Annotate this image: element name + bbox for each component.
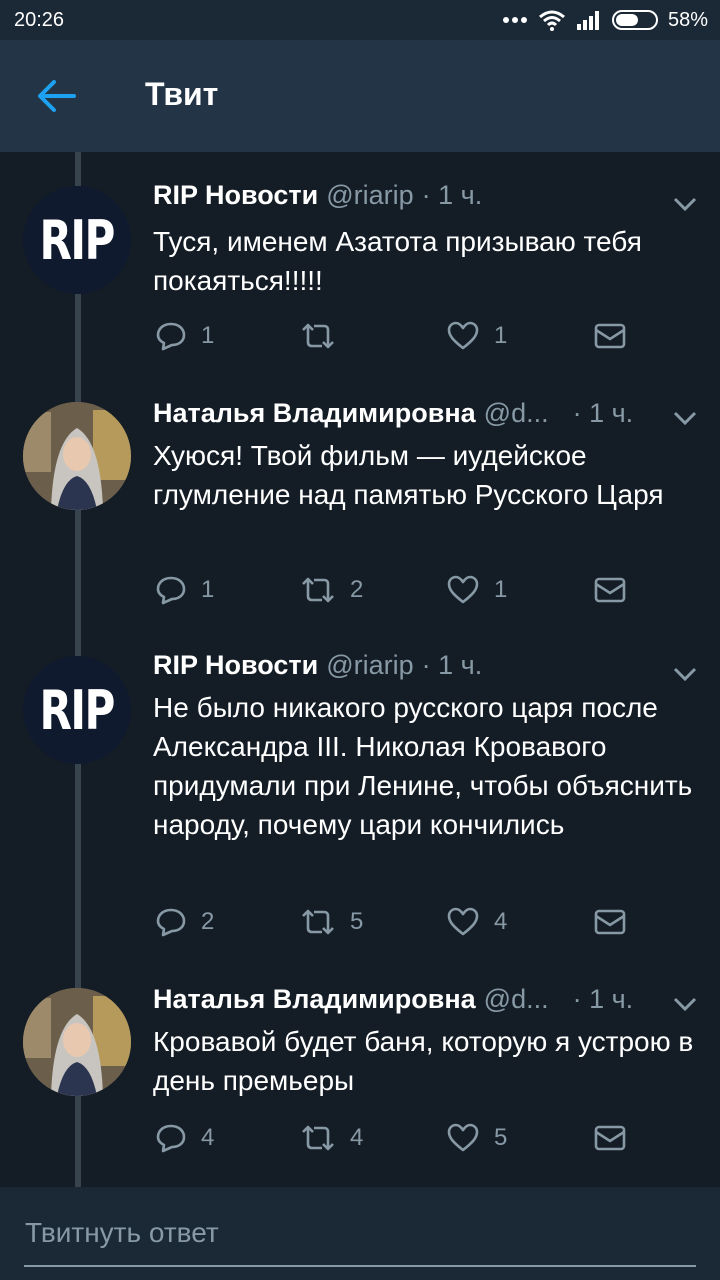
chevron-down-icon[interactable] xyxy=(672,196,698,212)
avatar[interactable] xyxy=(23,402,131,510)
tweet-header: Наталья Владимировна @d... · 1 ч. xyxy=(153,984,653,1020)
retweet-count: 2 xyxy=(350,576,364,603)
author-name[interactable]: RIP Новости xyxy=(153,650,318,681)
author-handle: @riarip xyxy=(326,650,414,680)
retweet-icon xyxy=(302,1125,334,1151)
retweet-icon xyxy=(302,323,334,349)
envelope-icon xyxy=(594,909,626,935)
app-header: Твит xyxy=(0,40,720,152)
reply-input-underline xyxy=(24,1265,696,1267)
tweet-header: RIP Новости @riarip · 1 ч. xyxy=(153,180,653,216)
reply-icon xyxy=(156,1124,186,1153)
back-arrow-icon xyxy=(38,80,76,112)
retweet-count: 5 xyxy=(350,908,364,935)
like-count: 5 xyxy=(494,1124,508,1151)
author-handle: @d... xyxy=(483,984,549,1014)
tweet[interactable]: Наталья Владимировна @d... · 1 ч. Хуюся!… xyxy=(0,398,720,638)
like-count: 4 xyxy=(494,908,508,935)
envelope-icon xyxy=(594,577,626,603)
heart-icon xyxy=(447,575,479,604)
retweet-button[interactable] xyxy=(300,316,350,356)
status-time: 20:26 xyxy=(14,8,65,31)
tweet-actions: 1 1 xyxy=(0,316,720,356)
avatar[interactable]: RIP xyxy=(23,186,131,294)
reply-count: 2 xyxy=(201,908,215,935)
tweet[interactable]: RIP RIP Новости @riarip · 1 ч. Туся, име… xyxy=(0,180,720,380)
chevron-down-icon[interactable] xyxy=(672,410,698,426)
retweet-button[interactable]: 4 xyxy=(300,1118,363,1158)
reply-button[interactable]: 1 xyxy=(155,316,214,356)
reply-count: 1 xyxy=(201,322,215,349)
author-handle: @d... xyxy=(483,398,549,428)
tweet-text: Хуюся! Твой фильм — иудейское глумление … xyxy=(153,440,664,510)
author-name[interactable]: Наталья Владимировна xyxy=(153,398,476,429)
avatar-logo-text: RIP xyxy=(39,678,116,742)
like-count: 1 xyxy=(494,576,508,603)
battery-icon xyxy=(611,10,658,30)
tweet[interactable]: Наталья Владимировна @d... · 1 ч. Кровав… xyxy=(0,984,720,1184)
tweet-actions: 1 2 1 xyxy=(0,570,720,610)
like-button[interactable]: 1 xyxy=(446,316,507,356)
reply-button[interactable]: 2 xyxy=(155,902,214,942)
reply-count: 1 xyxy=(201,576,215,603)
battery-level xyxy=(615,14,638,26)
message-button[interactable] xyxy=(594,902,626,942)
author-handle: @riarip xyxy=(326,180,414,210)
back-button[interactable] xyxy=(36,78,76,114)
heart-icon xyxy=(447,907,479,936)
tweet-text: Кровавой будет баня, которую я устрою в … xyxy=(153,1026,694,1096)
retweet-count: 4 xyxy=(350,1124,364,1151)
reply-button[interactable]: 1 xyxy=(155,570,214,610)
tweet-time: · 1 ч. xyxy=(421,650,483,680)
page-title: Твит xyxy=(145,76,219,112)
tweet-actions: 4 4 5 xyxy=(0,1118,720,1158)
tweet-actions: 2 5 4 xyxy=(0,902,720,942)
like-button[interactable]: 5 xyxy=(446,1118,507,1158)
user-photo-icon xyxy=(23,402,131,510)
message-button[interactable] xyxy=(594,570,626,610)
tweet-text: Не было никакого русского царя после Але… xyxy=(153,692,693,840)
wifi-icon xyxy=(539,10,565,31)
tweet-header: RIP Новости @riarip · 1 ч. xyxy=(153,650,653,686)
reply-icon xyxy=(156,576,186,605)
like-count: 1 xyxy=(494,322,508,349)
heart-icon xyxy=(447,321,479,350)
author-name[interactable]: RIP Новости xyxy=(153,180,318,211)
user-photo-icon xyxy=(23,988,131,1096)
tweet[interactable]: RIP RIP Новости @riarip · 1 ч. Не было н… xyxy=(0,650,720,970)
avatar-logo-text: RIP xyxy=(39,208,116,272)
more-dots-icon xyxy=(502,17,527,23)
envelope-icon xyxy=(594,323,626,349)
reply-input[interactable] xyxy=(25,1213,695,1253)
status-icons: 58% xyxy=(502,9,708,32)
tweet-header: Наталья Владимировна @d... · 1 ч. xyxy=(153,398,653,434)
retweet-icon xyxy=(302,577,334,603)
reply-icon xyxy=(156,908,186,937)
tweet-time: · 1 ч. xyxy=(572,984,634,1014)
avatar[interactable]: RIP xyxy=(23,656,131,764)
reply-button[interactable]: 4 xyxy=(155,1118,214,1158)
message-button[interactable] xyxy=(594,316,626,356)
reply-icon xyxy=(156,322,186,351)
battery-percent: 58% xyxy=(667,8,708,31)
message-button[interactable] xyxy=(594,1118,626,1158)
author-name[interactable]: Наталья Владимировна xyxy=(153,984,476,1015)
like-button[interactable]: 1 xyxy=(446,570,507,610)
tweet-time: · 1 ч. xyxy=(421,180,483,210)
like-button[interactable]: 4 xyxy=(446,902,507,942)
chevron-down-icon[interactable] xyxy=(672,996,698,1012)
retweet-button[interactable]: 5 xyxy=(300,902,363,942)
reply-count: 4 xyxy=(201,1124,215,1151)
status-bar: 20:26 58% xyxy=(0,0,720,40)
envelope-icon xyxy=(594,1125,626,1151)
heart-icon xyxy=(447,1123,479,1152)
tweet-time: · 1 ч. xyxy=(572,398,634,428)
tweet-text: Туся, именем Азатота призываю тебя покая… xyxy=(153,226,642,296)
avatar[interactable] xyxy=(23,988,131,1096)
chevron-down-icon[interactable] xyxy=(672,666,698,682)
signal-icon xyxy=(576,11,599,30)
retweet-button[interactable]: 2 xyxy=(300,570,363,610)
retweet-icon xyxy=(302,909,334,935)
